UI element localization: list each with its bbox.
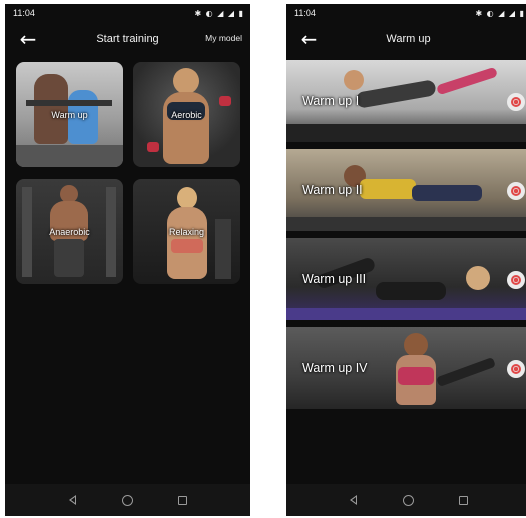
status-bar: 11:04 ✱ ◐ ◢ ◢ ▮	[5, 4, 250, 22]
row-label: Warm up III	[302, 272, 367, 286]
list-item-warm-up-2[interactable]: Warm up II	[286, 149, 526, 231]
nav-back-icon[interactable]	[66, 493, 80, 507]
warm-up-screen: 11:04 ✱ ◐ ◢ ◢ ▮ ← Warm up Warm up I Warm…	[286, 4, 526, 516]
status-icons: ✱ ◐ ◢ ◢ ▮	[194, 8, 244, 18]
arrow-left-icon[interactable]: ←	[298, 28, 320, 50]
tile-warm-up[interactable]: Warm up	[16, 62, 123, 167]
arrow-left-icon[interactable]: ←	[17, 28, 39, 50]
tile-label: Anaerobic	[49, 227, 90, 238]
nav-back-icon[interactable]	[347, 493, 361, 507]
tile-aerobic[interactable]: Aerobic	[133, 62, 240, 167]
target-icon[interactable]	[507, 93, 525, 111]
tile-label: Warm up	[51, 110, 88, 121]
nav-home-icon[interactable]	[402, 493, 416, 507]
nav-recents-icon[interactable]	[176, 493, 190, 507]
status-time: 11:04	[294, 8, 316, 18]
row-label: Warm up I	[302, 94, 360, 108]
top-bar: ← Start training My model	[5, 24, 250, 54]
page-title: Warm up	[386, 33, 431, 45]
system-nav-bar	[286, 484, 526, 516]
status-icons: ✱ ◐ ◢ ◢ ▮	[475, 8, 525, 18]
status-time: 11:04	[13, 8, 35, 18]
tile-label: Relaxing	[168, 227, 205, 238]
start-training-screen: 11:04 ✱ ◐ ◢ ◢ ▮ ← Start training My mode…	[5, 4, 250, 516]
tile-relaxing[interactable]: Relaxing	[133, 179, 240, 284]
row-label: Warm up II	[302, 183, 363, 197]
my-model-button[interactable]: My model	[205, 33, 242, 43]
target-icon[interactable]	[507, 182, 525, 200]
system-nav-bar	[5, 484, 250, 516]
tile-label: Aerobic	[171, 110, 202, 121]
nav-home-icon[interactable]	[121, 493, 135, 507]
tile-anaerobic[interactable]: Anaerobic	[16, 179, 123, 284]
status-bar: 11:04 ✱ ◐ ◢ ◢ ▮	[286, 4, 526, 22]
list-item-warm-up-4[interactable]: Warm up IV	[286, 327, 526, 409]
nav-recents-icon[interactable]	[457, 493, 471, 507]
target-icon[interactable]	[507, 271, 525, 289]
list-item-warm-up-1[interactable]: Warm up I	[286, 60, 526, 142]
row-label: Warm up IV	[302, 361, 368, 375]
list-item-warm-up-3[interactable]: Warm up III	[286, 238, 526, 320]
target-icon[interactable]	[507, 360, 525, 378]
top-bar: ← Warm up	[286, 24, 526, 54]
